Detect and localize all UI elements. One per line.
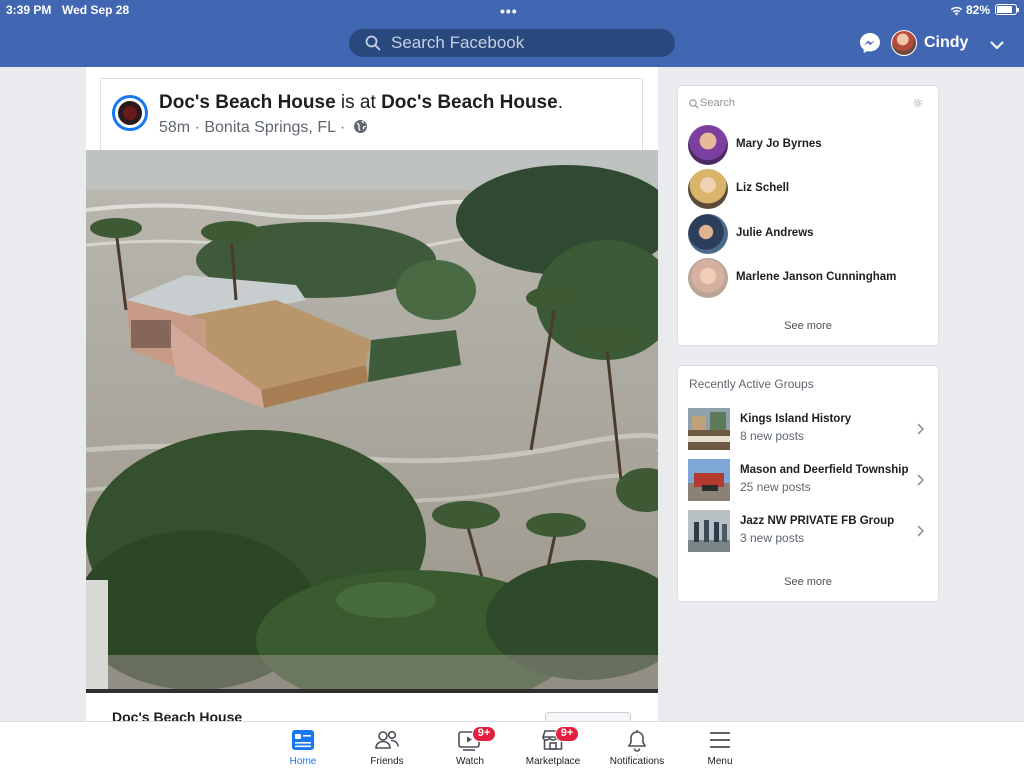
post-title: Doc's Beach House is at Doc's Beach Hous… [159,92,563,114]
chevron-down-icon[interactable] [990,37,1004,55]
post-header: Doc's Beach House is at Doc's Beach Hous… [100,78,643,150]
contact-item[interactable]: Marlene Janson Cunningham [688,258,928,298]
search-icon [365,35,381,56]
group-item[interactable]: Kings Island History 8 new posts [688,408,928,452]
contact-avatar [688,125,728,165]
tab-friends[interactable]: Friends [347,722,427,768]
contact-name: Marlene Janson Cunningham [736,271,897,283]
user-avatar[interactable] [891,30,917,56]
search-icon [689,96,699,114]
group-post-count: 25 new posts [740,480,811,494]
contact-item[interactable]: Liz Schell [688,169,928,209]
meta-separator: · [194,119,200,136]
post-page-name[interactable]: Doc's Beach House [159,92,336,113]
group-post-count: 8 new posts [740,429,805,443]
tab-watch[interactable]: 9+ Watch [430,722,510,768]
battery-icon [995,4,1019,15]
bell-icon [625,729,649,758]
multitasking-dots-icon[interactable]: ••• [500,4,518,18]
battery-percentage: 82% [966,3,991,17]
group-item[interactable]: Mason and Deerfield Township 25 new post… [688,459,928,503]
photo-bottom-divider [86,689,658,693]
search-input[interactable] [391,32,661,54]
tab-label: Menu [707,756,733,767]
search-bar[interactable] [349,29,675,57]
status-date: Wed Sep 28 [62,3,130,17]
messenger-icon[interactable] [859,32,881,59]
news-feed-post: Doc's Beach House is at Doc's Beach Hous… [86,67,658,721]
chevron-right-icon [917,524,925,542]
group-post-count: 3 new posts [740,531,805,545]
contact-name: Liz Schell [736,182,790,194]
post-time[interactable]: 58m [159,119,190,136]
globe-icon [353,119,368,139]
group-thumbnail [688,459,730,501]
contact-item[interactable]: Julie Andrews [688,214,928,254]
status-time: 3:39 PM [6,3,52,17]
contact-name: Julie Andrews [736,227,814,239]
post-footer-page-name[interactable]: Doc's Beach House [112,709,242,721]
tab-marketplace[interactable]: 9+ Marketplace [513,722,593,768]
meta-separator-2: · [339,119,346,136]
contact-avatar [688,169,728,209]
contacts-see-more[interactable]: See more [678,320,938,332]
page-avatar[interactable] [112,95,148,131]
home-icon [291,729,315,756]
recently-active-groups-card: Recently Active Groups Kings Island Hist… [678,366,938,601]
contact-avatar [688,214,728,254]
tab-label: Notifications [609,756,665,767]
gear-icon[interactable] [912,96,924,114]
menu-icon [708,729,732,756]
top-navigation-bar: 3:39 PM Wed Sep 28 ••• 82% Cindy [0,0,1024,67]
contact-item[interactable]: Mary Jo Byrnes [688,125,928,165]
post-connector: is at [340,92,376,113]
contacts-search-input[interactable] [700,95,900,111]
friends-icon [374,729,400,756]
tab-label: Marketplace [525,756,581,767]
post-title-period: . [557,92,563,113]
group-name: Jazz NW PRIVATE FB Group [740,515,895,527]
tab-label: Watch [456,756,484,767]
tab-menu[interactable]: Menu [680,722,760,768]
post-photo-flooded-beach-house[interactable] [86,150,658,691]
group-item[interactable]: Jazz NW PRIVATE FB Group 3 new posts [688,510,928,554]
contacts-card: Mary Jo Byrnes Liz Schell Julie Andrews … [678,86,938,345]
tab-label: Home [289,756,317,767]
groups-see-more[interactable]: See more [678,576,938,588]
groups-title: Recently Active Groups [689,377,814,391]
group-name: Kings Island History [740,413,852,425]
group-name: Mason and Deerfield Township [740,464,909,476]
contact-avatar [688,258,728,298]
watch-badge: 9+ [472,726,496,742]
user-name[interactable]: Cindy [924,34,968,52]
contact-name: Mary Jo Byrnes [736,138,822,150]
post-footer-button[interactable] [545,712,631,721]
tab-home[interactable]: Home [263,722,343,768]
bottom-tab-bar: Home Friends 9+ Watch 9+ Marketplace Not… [0,721,1024,768]
wifi-icon [950,3,963,21]
post-meta: 58m · Bonita Springs, FL · [159,119,368,139]
post-location-name[interactable]: Doc's Beach House [381,92,558,113]
post-location[interactable]: Bonita Springs, FL [204,119,335,136]
marketplace-badge: 9+ [555,726,579,742]
chevron-right-icon [917,422,925,440]
chevron-right-icon [917,473,925,491]
tab-label: Friends [370,756,404,767]
tab-notifications[interactable]: Notifications [597,722,677,768]
group-thumbnail [688,510,730,552]
group-thumbnail [688,408,730,450]
